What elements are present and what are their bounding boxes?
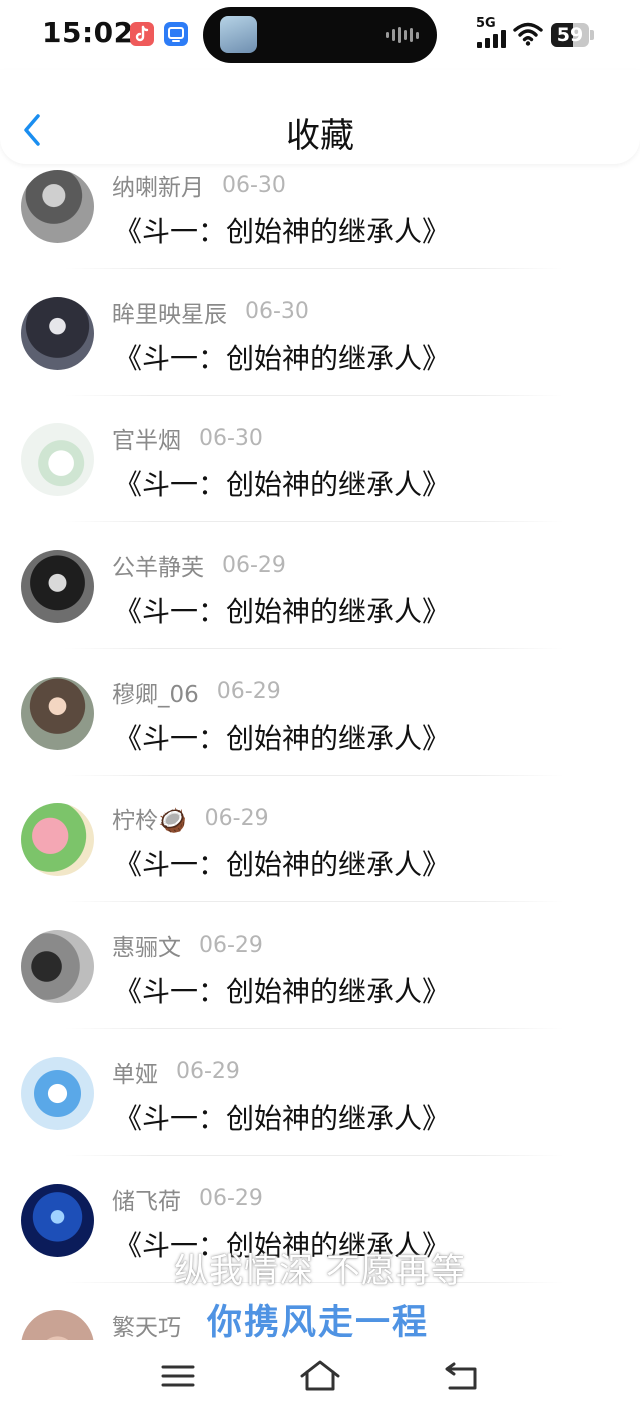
list-item[interactable]: 公羊静芙 06-29 《斗一：创始神的继承人》 (0, 540, 640, 667)
avatar[interactable] (21, 423, 94, 497)
audio-wave-icon (386, 26, 419, 44)
divider (64, 901, 564, 903)
user-name[interactable]: 柠柃🥥 (112, 801, 187, 835)
item-date: 06-30 (245, 299, 309, 325)
item-meta: 储飞荷 06-29 (112, 1183, 263, 1215)
user-name[interactable]: 公羊静芙 (112, 548, 204, 582)
home-button[interactable] (299, 1358, 340, 1394)
list-item[interactable]: 惠骊文 06-29 《斗一：创始神的继承人》 (0, 920, 640, 1047)
subtitle-line-1: 纵我情深 不愿再等 (174, 1251, 466, 1291)
divider (64, 648, 564, 650)
avatar[interactable] (21, 803, 94, 877)
item-meta: 官半烟 06-30 (112, 421, 263, 455)
wifi-icon (513, 22, 543, 46)
avatar[interactable] (21, 296, 94, 370)
item-meta: 纳喇新月 06-30 (112, 168, 286, 202)
item-meta: 公羊静芙 06-29 (112, 548, 286, 582)
item-date: 06-30 (199, 425, 263, 451)
item-date: 06-29 (199, 1186, 263, 1211)
user-name[interactable]: 繁天巧 (112, 1308, 181, 1340)
item-meta: 穆卿_06 06-29 (112, 676, 281, 708)
system-navigation-bar (0, 1340, 640, 1415)
item-date: 06-29 (222, 552, 286, 578)
list-item[interactable]: 官半烟 06-30 《斗一：创始神的继承人》 (0, 413, 640, 540)
item-date: 06-30 (222, 172, 286, 198)
back-icon (445, 1362, 477, 1390)
back-nav-button[interactable] (442, 1358, 482, 1394)
user-name[interactable]: 单娅 (112, 1055, 158, 1089)
menu-button[interactable] (158, 1358, 198, 1394)
avatar[interactable] (21, 930, 94, 1004)
user-name[interactable]: 眸里映星辰 (112, 295, 227, 329)
list-item[interactable]: 柠柃🥥 06-29 《斗一：创始神的继承人》 (0, 793, 640, 920)
avatar[interactable] (21, 550, 94, 624)
favorites-screen: 15:02 5G 59 收藏 纳喇新月 06-30 《斗一：创始神的继承人》 眸… (0, 0, 640, 1415)
status-bar: 15:02 5G 59 (0, 0, 640, 70)
home-icon (300, 1360, 340, 1391)
user-name[interactable]: 穆卿_06 (112, 675, 199, 709)
avatar[interactable] (21, 1310, 94, 1340)
avatar[interactable] (21, 1056, 94, 1130)
list-item[interactable]: 穆卿_06 06-29 《斗一：创始神的继承人》 (0, 667, 640, 794)
battery-icon: 59 (551, 23, 589, 47)
item-meta: 眸里映星辰 06-30 (112, 296, 309, 328)
item-meta: 繁天巧 (112, 1309, 181, 1340)
screen-mirror-icon (164, 22, 188, 46)
subtitle-line-2: 你携风走一程 (207, 1303, 430, 1343)
divider (64, 774, 564, 776)
avatar[interactable] (21, 676, 94, 750)
page-title: 收藏 (286, 116, 354, 156)
work-title[interactable]: 《斗一：创始神的继承人》 (114, 843, 450, 883)
dynamic-island[interactable] (203, 7, 437, 63)
work-title[interactable]: 《斗一：创始神的继承人》 (114, 210, 450, 250)
work-title[interactable]: 《斗一：创始神的继承人》 (114, 463, 450, 503)
divider (64, 521, 564, 523)
work-title[interactable]: 《斗一：创始神的继承人》 (114, 590, 450, 630)
list-item[interactable]: 纳喇新月 06-30 《斗一：创始神的继承人》 (0, 160, 640, 287)
item-date: 06-29 (199, 932, 263, 958)
work-title[interactable]: 《斗一：创始神的继承人》 (114, 717, 450, 757)
network-type: 5G (476, 16, 496, 31)
work-title[interactable]: 《斗一：创始神的继承人》 (114, 1097, 450, 1137)
divider (64, 268, 564, 269)
page-header: 收藏 (0, 70, 640, 164)
divider (64, 394, 564, 396)
item-meta: 单娅 06-29 (112, 1056, 240, 1088)
douyin-icon (130, 22, 154, 46)
item-date: 06-29 (176, 1059, 240, 1085)
item-meta: 柠柃🥥 06-29 (112, 801, 269, 835)
item-date: 06-29 (204, 805, 269, 831)
menu-icon (161, 1365, 195, 1387)
favorites-list[interactable]: 纳喇新月 06-30 《斗一：创始神的继承人》 眸里映星辰 06-30 《斗一：… (0, 160, 640, 1340)
now-playing-thumbnail (220, 16, 257, 53)
user-name[interactable]: 官半烟 (112, 421, 181, 455)
user-name[interactable]: 纳喇新月 (112, 168, 204, 202)
list-item[interactable]: 单娅 06-29 《斗一：创始神的继承人》 (0, 1047, 640, 1174)
status-time: 15:02 (42, 16, 134, 49)
item-meta: 惠骊文 06-29 (112, 928, 263, 962)
work-title[interactable]: 《斗一：创始神的继承人》 (114, 970, 450, 1010)
battery-percent: 59 (556, 24, 584, 46)
signal-icon (477, 30, 506, 48)
list-item[interactable]: 眸里映星辰 06-30 《斗一：创始神的继承人》 (0, 287, 640, 414)
item-date: 06-29 (216, 679, 281, 705)
avatar[interactable] (21, 170, 94, 243)
user-name[interactable]: 惠骊文 (112, 928, 181, 962)
divider (64, 1028, 564, 1030)
user-name[interactable]: 储飞荷 (112, 1182, 181, 1216)
divider (64, 1154, 564, 1156)
work-title[interactable]: 《斗一：创始神的继承人》 (114, 337, 450, 377)
battery-cap (590, 30, 594, 40)
